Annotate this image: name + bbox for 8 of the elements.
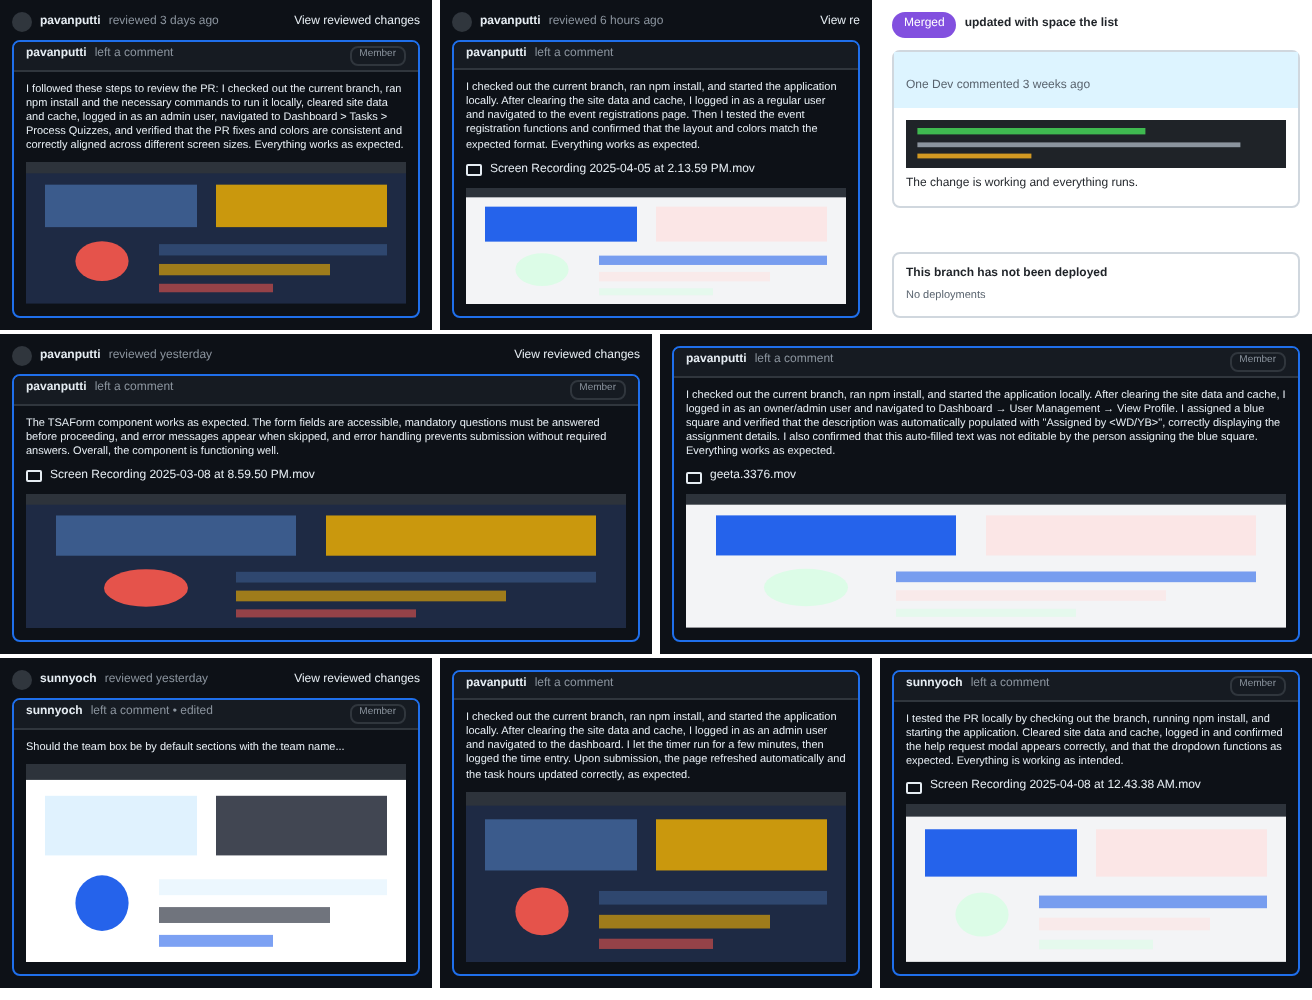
avatar-icon (452, 12, 472, 32)
video-icon (906, 781, 922, 794)
video-icon (686, 471, 702, 484)
avatar-icon (12, 346, 32, 366)
avatar-icon (12, 12, 32, 32)
video-icon (26, 470, 42, 483)
video-icon (466, 164, 482, 177)
avatar-icon (12, 670, 32, 690)
